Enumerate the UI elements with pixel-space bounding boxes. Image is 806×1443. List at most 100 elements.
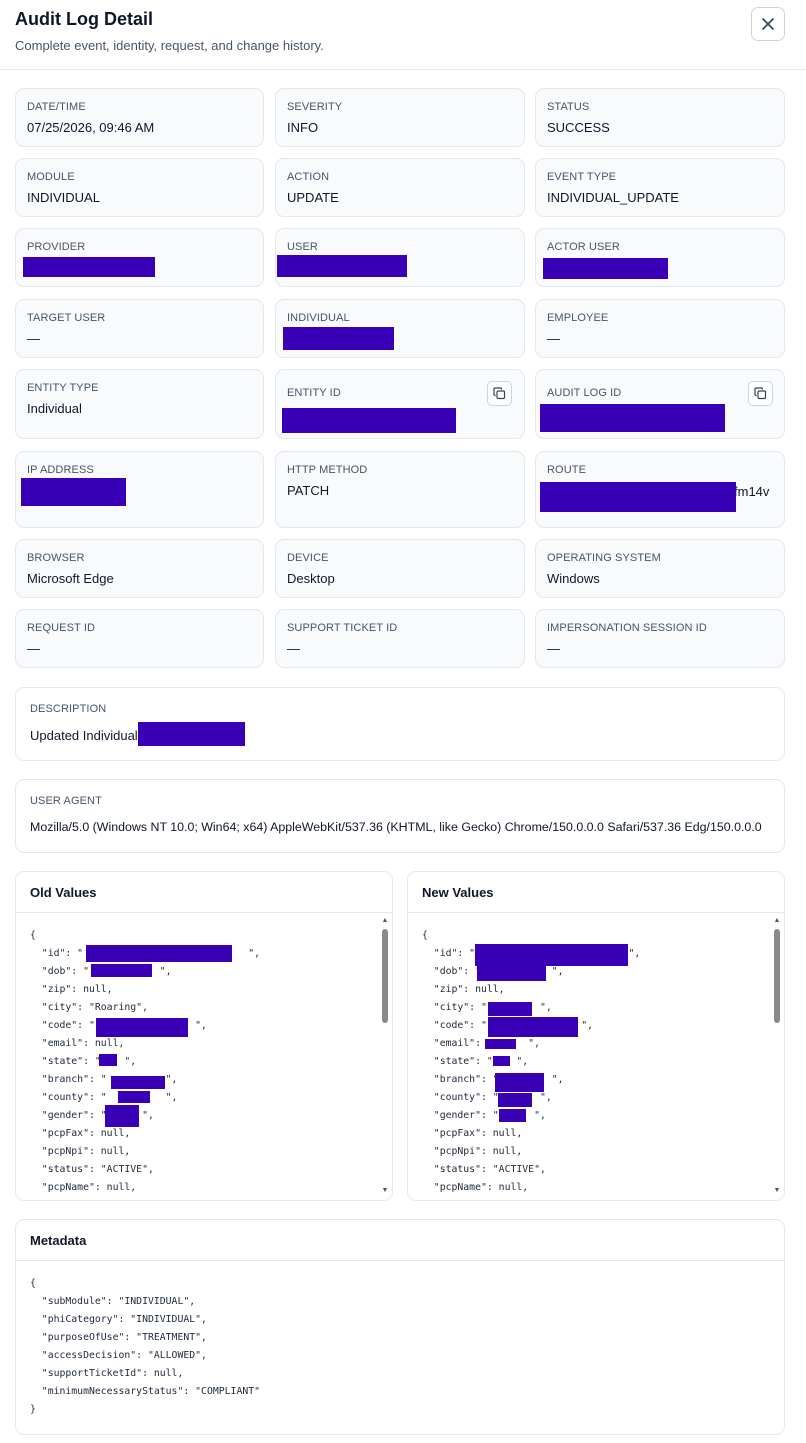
code-line: "pcpNpi": null, — [30, 1146, 131, 1157]
field-label: DEVICE — [287, 552, 329, 564]
x-icon — [762, 18, 774, 30]
divider — [16, 912, 392, 913]
field-label: AUDIT LOG ID — [547, 387, 622, 399]
field-employee: EMPLOYEE — — [535, 299, 785, 358]
field-target-user: TARGET USER — — [15, 299, 264, 358]
code-line: "zip": null, — [422, 984, 505, 995]
field-route: ROUTE fm14v — [535, 451, 785, 528]
field-label: OPERATING SYSTEM — [547, 552, 661, 564]
scroll-up-icon[interactable]: ▲ — [380, 917, 390, 925]
field-label: ENTITY ID — [287, 387, 341, 399]
field-provider: PROVIDER — [15, 228, 264, 287]
field-actor-user: ACTOR USER — [535, 228, 785, 287]
code-line: "accessDecision": "ALLOWED", — [30, 1350, 207, 1361]
close-button[interactable] — [751, 7, 785, 41]
code-line: "pcpName": null, — [30, 1182, 137, 1193]
copy-audit-log-id-button[interactable] — [748, 381, 773, 406]
code-line: { — [30, 1278, 36, 1289]
code-line: { — [422, 930, 428, 941]
redacted-value — [485, 1039, 516, 1049]
code-line: "city": "Roaring", — [30, 1002, 148, 1013]
field-entity-type: ENTITY TYPE Individual — [15, 369, 264, 439]
field-device: DEVICE Desktop — [275, 539, 525, 598]
field-value: 07/25/2026, 09:46 AM — [27, 120, 155, 135]
copy-icon — [493, 387, 506, 400]
scroll-thumb[interactable] — [382, 929, 388, 1023]
scroll-down-icon[interactable]: ▼ — [380, 1187, 390, 1195]
copy-entity-id-button[interactable] — [487, 381, 512, 406]
old-values-title: Old Values — [30, 885, 97, 900]
code-line: { — [30, 930, 36, 941]
code-line: "gender": " ", — [30, 1110, 154, 1121]
field-value: — — [287, 641, 300, 656]
field-value: UPDATE — [287, 190, 339, 205]
code-line: "purposeOfUse": "TREATMENT", — [30, 1332, 207, 1343]
field-label: SEVERITY — [287, 101, 343, 113]
description-label: DESCRIPTION — [30, 703, 107, 715]
field-module: MODULE INDIVIDUAL — [15, 158, 264, 217]
scroll-up-icon[interactable]: ▲ — [772, 917, 782, 925]
code-line: "subModule": "INDIVIDUAL", — [30, 1296, 196, 1307]
field-value: INDIVIDUAL_UPDATE — [547, 190, 679, 205]
scroll-down-icon[interactable]: ▼ — [772, 1187, 782, 1195]
redacted-value — [23, 257, 155, 277]
dialog-title: Audit Log Detail — [15, 9, 153, 29]
field-label: USER — [287, 241, 318, 253]
metadata-panel: Metadata { "subModule": "INDIVIDUAL", "p… — [15, 1219, 785, 1435]
redacted-value — [99, 1054, 117, 1066]
dialog-subtitle: Complete event, identity, request, and c… — [15, 38, 324, 53]
field-label: EVENT TYPE — [547, 171, 617, 183]
field-value: — — [547, 641, 560, 656]
dialog-header: Audit Log Detail Complete event, identit… — [0, 0, 806, 70]
redacted-value — [91, 964, 152, 977]
field-datetime: DATE/TIME 07/25/2026, 09:46 AM — [15, 88, 264, 147]
field-label: ENTITY TYPE — [27, 382, 99, 394]
field-action: ACTION UPDATE — [275, 158, 525, 217]
redacted-value — [86, 945, 232, 962]
new-values-title: New Values — [422, 885, 494, 900]
metadata-json: { "subModule": "INDIVIDUAL", "phiCategor… — [30, 1275, 260, 1419]
field-value: — — [547, 331, 560, 346]
code-line: "pcpFax": null, — [422, 1128, 523, 1139]
field-label: IP ADDRESS — [27, 464, 94, 476]
field-request-id: REQUEST ID — — [15, 609, 264, 668]
redacted-value — [488, 1002, 532, 1016]
field-label: HTTP METHOD — [287, 464, 368, 476]
redacted-value — [96, 1018, 188, 1037]
field-label: SUPPORT TICKET ID — [287, 622, 398, 634]
field-label: MODULE — [27, 171, 75, 183]
new-values-scrollbar[interactable]: ▲ ▼ — [772, 915, 782, 1199]
code-line: "minimumNecessaryStatus": "COMPLIANT" — [30, 1386, 261, 1397]
redacted-value — [540, 404, 725, 432]
field-http-method: HTTP METHOD PATCH — [275, 451, 525, 528]
field-label: EMPLOYEE — [547, 312, 609, 324]
divider — [16, 1260, 784, 1261]
redacted-value — [21, 478, 126, 506]
field-label: BROWSER — [27, 552, 85, 564]
redacted-value — [498, 1093, 532, 1107]
field-label: INDIVIDUAL — [287, 312, 350, 324]
code-line: "supportTicketId": null, — [30, 1368, 184, 1379]
code-line: "gender": " ", — [422, 1110, 546, 1121]
code-line: "pcpNpi": null, — [422, 1146, 523, 1157]
redacted-value — [111, 1076, 165, 1089]
field-severity: SEVERITY INFO — [275, 88, 525, 147]
redacted-value — [282, 408, 456, 433]
field-label: ROUTE — [547, 464, 586, 476]
field-value: Desktop — [287, 571, 335, 586]
field-user: USER — [275, 228, 525, 287]
field-value: SUCCESS — [547, 120, 610, 135]
scroll-thumb[interactable] — [774, 929, 780, 1023]
field-impersonation-session-id: IMPERSONATION SESSION ID — — [535, 609, 785, 668]
field-value: Microsoft Edge — [27, 571, 114, 586]
code-line: "pcpName": null, — [422, 1182, 529, 1193]
field-operating-system: OPERATING SYSTEM Windows — [535, 539, 785, 598]
code-line: "state": " ", — [422, 1056, 529, 1067]
user-agent-value: Mozilla/5.0 (Windows NT 10.0; Win64; x64… — [30, 820, 762, 834]
code-line: } — [30, 1404, 36, 1415]
field-value: INFO — [287, 120, 319, 135]
field-ip-address: IP ADDRESS — [15, 451, 264, 528]
redacted-value — [499, 1109, 526, 1122]
redacted-value — [105, 1105, 139, 1127]
old-values-scrollbar[interactable]: ▲ ▼ — [380, 915, 390, 1199]
